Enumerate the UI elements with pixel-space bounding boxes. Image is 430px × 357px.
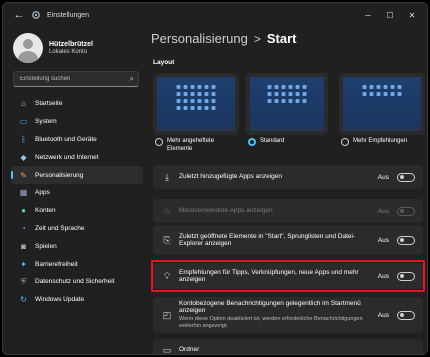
breadcrumb: Personalisierung > Start [151,31,296,46]
system-icon: ▭ [19,117,28,127]
gaming-icon: ◙ [21,241,26,251]
settings-app-icon [32,11,40,19]
update-icon: ↻ [20,295,27,305]
toggle-state-label: Aus [377,207,389,215]
toggle-state-label: Aus [377,173,389,181]
main-content: Personalisierung > Start Layout Mehr ang… [145,27,427,355]
settings-window: ← Einstellungen ─ ☐ ✕ Hützelbrützel Loka… [2,2,428,355]
highlight-box [151,260,425,292]
layout-radio-more-recommendations[interactable]: Mehr Empfehlungen [341,137,427,146]
star-icon: ☆ [162,205,172,216]
layout-option-standard[interactable] [246,73,328,135]
sidebar-item-startseite[interactable]: ⌂ Startseite [11,95,143,113]
layout-thumbnail [250,77,324,131]
search-icon[interactable]: ⌕ [130,74,134,84]
layout-option-more-recommendations[interactable] [339,73,425,135]
search-input[interactable] [20,76,120,82]
layout-radio-standard[interactable]: Standard [248,137,330,146]
layout-thumbnail [343,77,421,131]
setting-description: Wenn diese Option deaktiviert ist, werde… [179,315,363,330]
layout-option-more-pins[interactable] [153,73,239,135]
recent-icon: ⎘ [163,234,171,245]
sidebar-item-barrierefreiheit[interactable]: ✦ Barrierefreiheit [11,255,143,273]
sidebar-item-spielen[interactable]: ◙ Spielen [11,237,143,255]
radio-button[interactable] [341,138,349,146]
maximize-icon[interactable]: ☐ [379,7,401,23]
sidebar-item-system[interactable]: ▭ System [11,113,143,131]
breadcrumb-separator: > [253,31,261,46]
sidebar: Hützelbrützel Lokales Konto ⌕ ⌂ Startsei… [3,27,145,354]
shield-icon: ⛨ [20,276,27,286]
radio-button-checked[interactable] [248,138,256,146]
home-icon: ⌂ [21,99,26,109]
sidebar-nav: ⌂ Startseite ▭ System ᛒ Bluetooth und Ge… [11,95,143,309]
sidebar-item-bluetooth[interactable]: ᛒ Bluetooth und Geräte [11,131,143,149]
account-notification-icon: ◰ [162,309,172,320]
title-bar: ← Einstellungen ─ ☐ ✕ [3,3,427,27]
radio-button[interactable] [155,138,163,146]
accounts-icon: ● [21,206,26,216]
app-title: Einstellungen [47,11,90,19]
sidebar-item-personalisierung[interactable]: ✎ Personalisierung [11,166,143,184]
avatar [13,33,43,63]
apps-icon: ▦ [19,188,28,198]
profile-subtitle: Lokales Konto [49,49,88,55]
network-icon: ◆ [20,152,27,162]
minimize-icon[interactable]: ─ [357,7,379,23]
window-controls: ─ ☐ ✕ [357,7,423,23]
setting-recent-items[interactable]: ⎘ Zuletzt geöffnete Elemente in "Start",… [153,225,423,255]
profile-name: Hützelbrützel [49,41,93,48]
setting-folders[interactable]: ▭ Ordner [153,339,423,355]
toggle-switch[interactable] [397,172,415,182]
toggle-state-label: Aus [377,311,389,319]
profile[interactable]: Hützelbrützel Lokales Konto [13,33,93,63]
setting-most-used-apps: ☆ Meistverwendete Apps anzeigen Aus [153,199,423,223]
sidebar-item-zeit[interactable]: ◔ Zeit und Sprache [11,220,143,238]
brush-icon: ✎ [20,170,27,180]
toggle-switch-disabled [397,206,415,216]
layout-radio-more-pins[interactable]: Mehr angeheftete Elemente [155,137,241,153]
globe-clock-icon: ◔ [21,223,26,233]
toggle-state-label: Aus [377,236,389,244]
download-icon: ⤓ [165,171,169,182]
page-title: Start [266,31,297,46]
layout-thumbnail [157,77,235,131]
close-icon[interactable]: ✕ [401,7,423,23]
sidebar-item-netzwerk[interactable]: ◆ Netzwerk und Internet [11,148,143,166]
breadcrumb-parent[interactable]: Personalisierung [151,31,248,46]
setting-recently-added-apps[interactable]: ⤓ Zuletzt hinzugefügte Apps anzeigen Aus [153,165,423,189]
search-box[interactable]: ⌕ [13,71,139,87]
folder-icon: ▭ [162,344,172,355]
toggle-switch[interactable] [397,310,415,320]
sidebar-item-apps[interactable]: ▦ Apps [11,184,143,202]
sidebar-item-windows-update[interactable]: ↻ Windows Update [11,291,143,309]
layout-section-label: Layout [153,59,175,66]
toggle-switch[interactable] [397,235,415,245]
sidebar-item-konten[interactable]: ● Konten [11,202,143,220]
sidebar-item-datenschutz[interactable]: ⛨ Datenschutz und Sicherheit [11,273,143,291]
bluetooth-icon: ᛒ [21,134,26,144]
back-button[interactable]: ← [9,5,29,25]
accessibility-icon: ✦ [20,259,27,269]
setting-label: Kontobezogene Benachrichtigungen gelegen… [179,299,361,315]
setting-account-notifications[interactable]: ◰ Kontobezogene Benachrichtigungen geleg… [153,297,423,333]
